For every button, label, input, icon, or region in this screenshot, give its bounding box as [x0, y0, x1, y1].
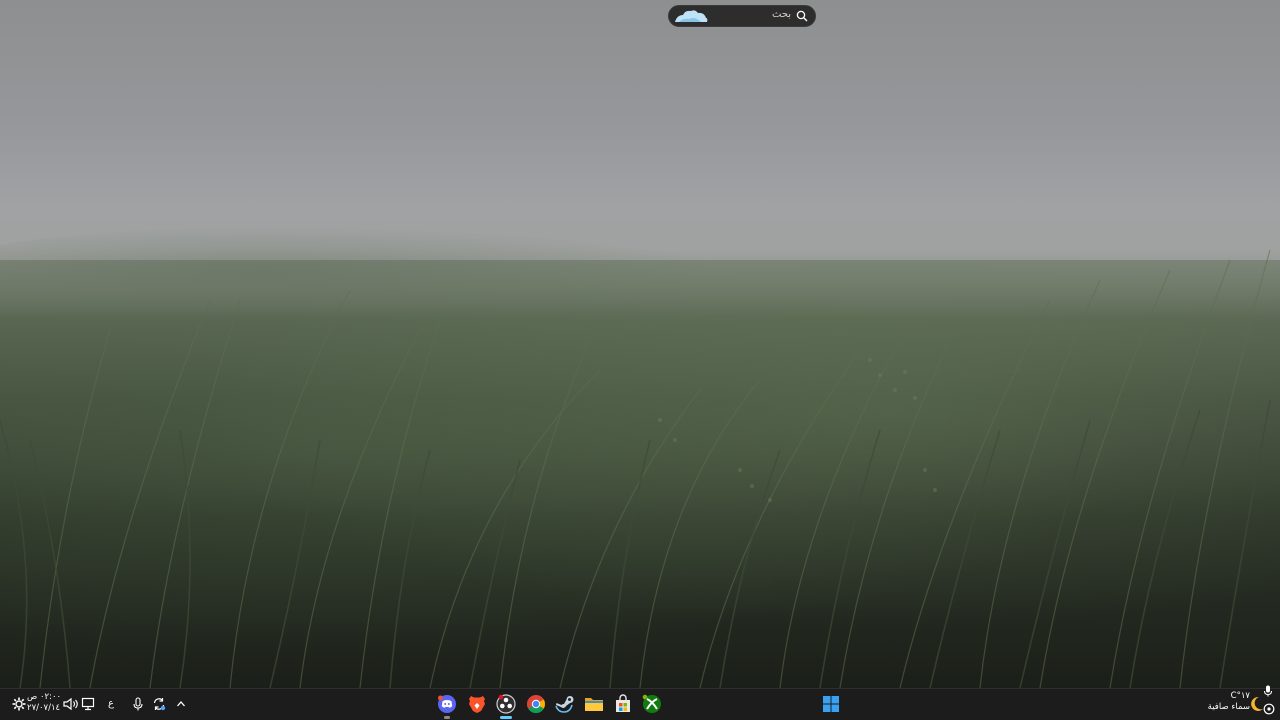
weather-temperature: ١٧°C — [1230, 691, 1250, 701]
store-icon — [616, 694, 630, 712]
taskbar-app-discord[interactable] — [436, 693, 458, 719]
taskbar — [0, 688, 1280, 720]
running-indicator-active — [500, 716, 512, 719]
taskbar-app-file-explorer[interactable] — [583, 693, 605, 715]
discord-icon — [438, 695, 456, 713]
volume-icon[interactable] — [63, 695, 79, 713]
notification-gear-icon[interactable] — [11, 695, 27, 713]
mic-mini-icon[interactable] — [1260, 682, 1276, 700]
steam-icon — [555, 696, 574, 713]
taskbar-app-obs-studio[interactable] — [495, 693, 517, 719]
xbox-icon — [642, 694, 661, 713]
taskbar-app-brave[interactable] — [466, 693, 488, 715]
obs-icon — [496, 694, 516, 714]
weather-widget[interactable]: ١٧°C سماء صافية — [1200, 691, 1250, 713]
running-indicator — [444, 716, 450, 719]
chrome-icon — [527, 695, 545, 713]
clock-time: ٠٢:٠٠ ص — [27, 692, 62, 702]
chevron-up-icon[interactable] — [173, 695, 189, 713]
windows-logo-icon — [823, 696, 839, 712]
grass-blades — [0, 249, 1271, 688]
taskbar-search-box[interactable]: بحث — [668, 5, 816, 27]
taskbar-clock[interactable]: ٠٢:٠٠ ص ٢٧/٠٧/١٤ — [27, 692, 62, 714]
taskbar-app-chrome[interactable] — [525, 693, 547, 715]
folder-icon — [585, 698, 603, 711]
search-highlight-clouds-icon — [675, 10, 708, 22]
clock-date: ٢٧/٠٧/١٤ — [27, 703, 61, 713]
microphone-icon[interactable] — [130, 695, 146, 713]
taskbar-app-microsoft-store[interactable] — [612, 693, 634, 715]
sync-icon[interactable] — [151, 695, 167, 713]
weather-condition: سماء صافية — [1207, 702, 1250, 712]
copilot-circle-icon[interactable] — [1261, 700, 1277, 718]
network-icon[interactable] — [80, 695, 96, 713]
search-label: بحث — [772, 9, 792, 20]
taskbar-app-xbox[interactable] — [641, 693, 663, 715]
desktop-wallpaper — [0, 0, 1280, 688]
brave-icon — [469, 696, 485, 713]
input-language-indicator[interactable]: ع — [108, 698, 114, 709]
start-button[interactable] — [820, 693, 842, 715]
search-icon — [796, 10, 808, 22]
taskbar-app-steam[interactable] — [553, 693, 575, 715]
